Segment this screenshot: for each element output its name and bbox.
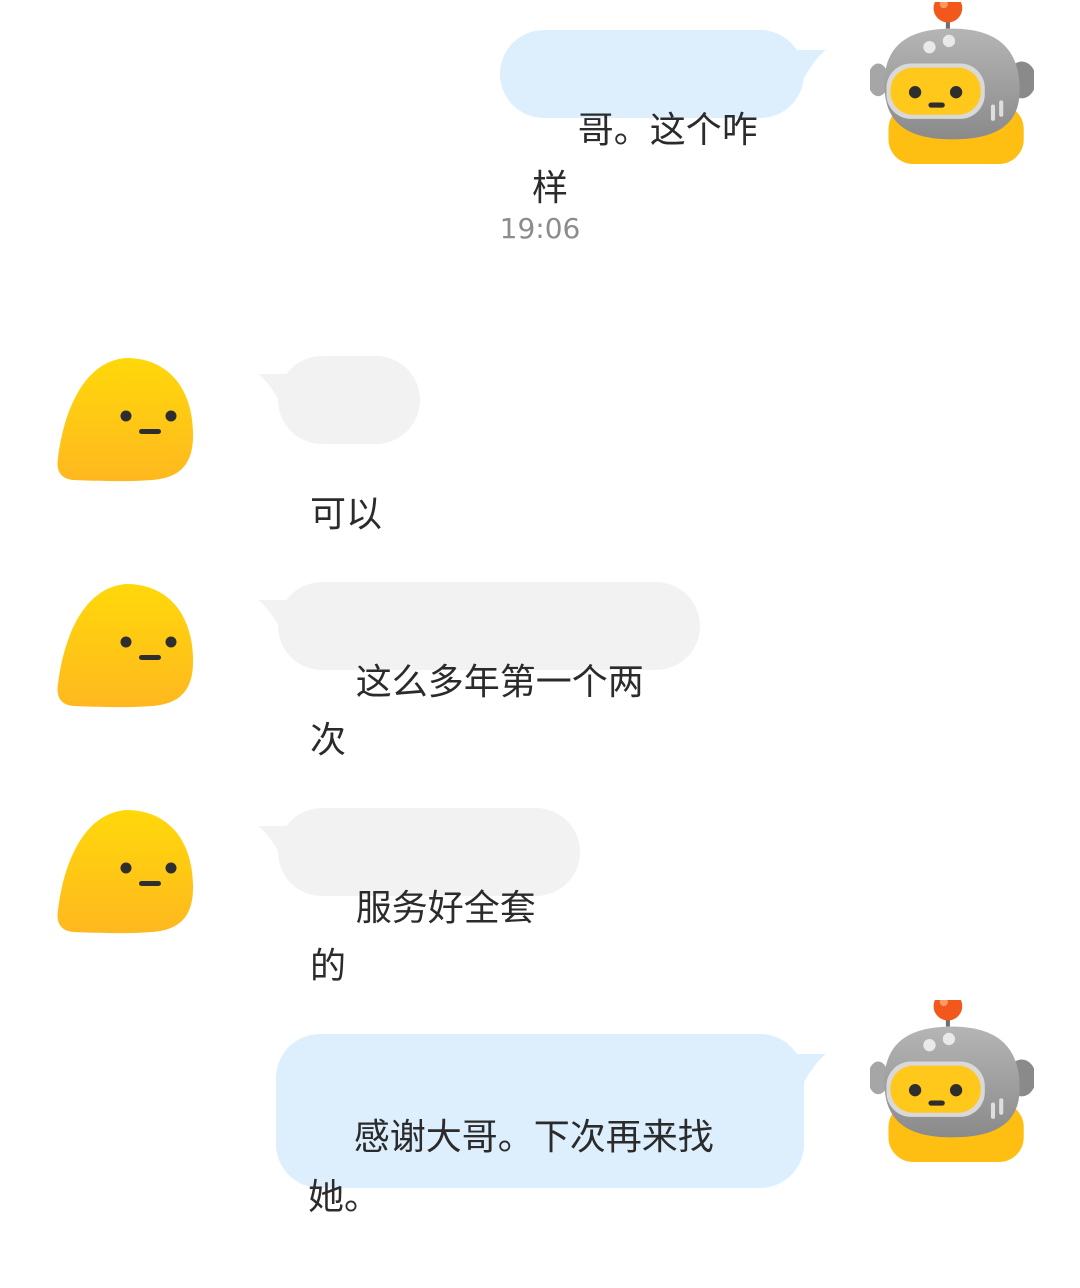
robot-head-icon[interactable] (870, 2, 1034, 166)
message-text: 这么多年第一个两次 (310, 662, 644, 761)
message-text: 服务好全套的 (310, 888, 536, 987)
message-bubble[interactable]: 哥。这个咋样 (500, 30, 804, 209)
message-bubble[interactable]: 服务好全套的 (278, 808, 580, 987)
message-bubble[interactable]: 可以 (278, 356, 420, 535)
yellow-blob-face-icon[interactable] (56, 354, 196, 484)
yellow-blob-face-icon[interactable] (56, 806, 196, 936)
message-bubble[interactable]: 这么多年第一个两次 (278, 582, 700, 761)
timestamp: 19:06 (499, 212, 581, 245)
message-text: 可以 (310, 494, 383, 535)
message-bubble[interactable]: 感谢大哥。下次再来找 她。 (276, 1034, 804, 1218)
robot-head-icon[interactable] (870, 1000, 1034, 1164)
yellow-blob-face-icon[interactable] (56, 580, 196, 710)
message-text: 哥。这个咋样 (532, 110, 758, 209)
message-text: 感谢大哥。下次再来找 她。 (308, 1117, 714, 1218)
